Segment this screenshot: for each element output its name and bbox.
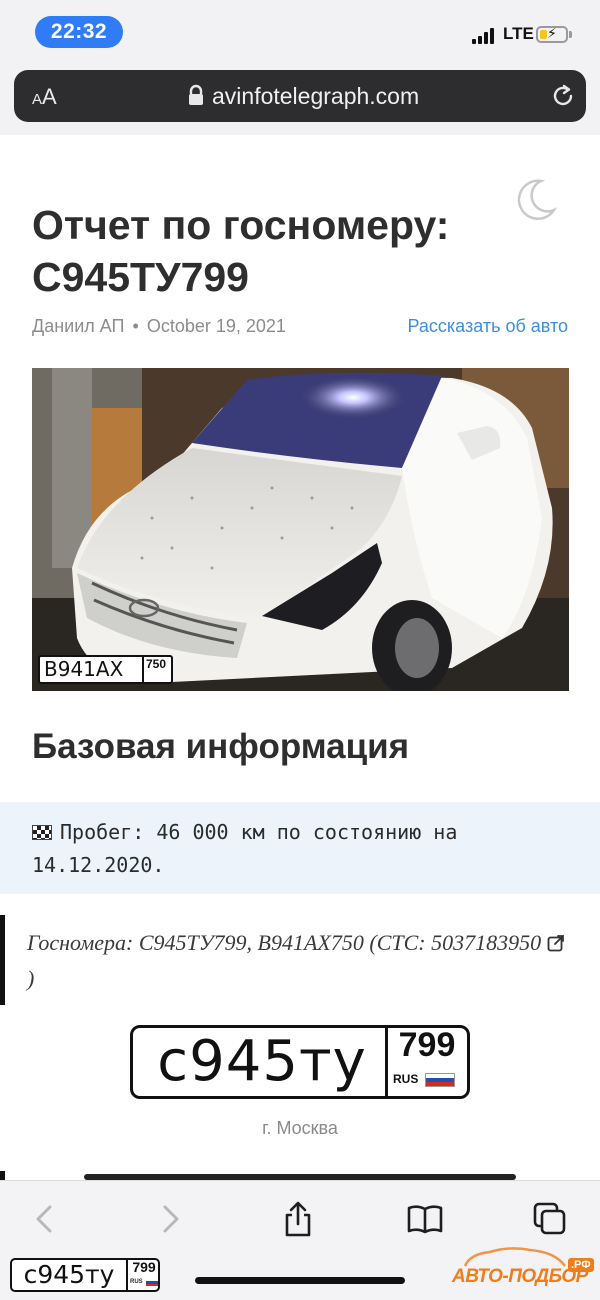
- car-photo: В941АХ 750: [32, 368, 569, 691]
- plates-quote: Госномера: С945ТУ799, В941АХ750 (СТС: 50…: [0, 915, 600, 1010]
- external-link-icon[interactable]: [547, 934, 565, 952]
- back-icon[interactable]: [25, 1199, 65, 1239]
- forward-icon[interactable]: [150, 1199, 190, 1239]
- network-type: LTE: [503, 24, 534, 43]
- photo-license-plate: В941АХ 750: [38, 655, 173, 684]
- car-illustration: [32, 368, 569, 691]
- plate-city: г. Москва: [262, 1118, 338, 1138]
- next-block-partial: [0, 1171, 600, 1180]
- tell-about-car-link[interactable]: Рассказать об авто: [407, 316, 568, 337]
- web-page: Отчет по госномеру: С945ТУ799 Даниил АП •…: [0, 135, 600, 1180]
- lock-icon: [189, 84, 203, 105]
- status-time: 22:32: [35, 16, 123, 48]
- plate-number: с945ту: [157, 1029, 367, 1094]
- photo-plate-number: В941АХ: [44, 657, 124, 681]
- overlay-plate-region: 799: [132, 1259, 156, 1275]
- meta-separator: •: [132, 316, 139, 336]
- plate-region: 799: [398, 1026, 456, 1064]
- checkered-flag-icon: [32, 825, 52, 840]
- mileage-block: Пробег: 46 000 км по состоянию на 14.12.…: [0, 802, 600, 894]
- overlay-russia-flag-icon: [146, 1279, 158, 1286]
- home-indicator[interactable]: [195, 1277, 405, 1284]
- photo-plate-separator: [142, 657, 144, 682]
- watermark-suffix: .РФ: [568, 1258, 594, 1272]
- url-text[interactable]: avinfotelegraph.com: [212, 83, 419, 110]
- plates-text-end: ): [27, 966, 35, 991]
- plates-text-main: Госномера: С945ТУ799, В941АХ750 (СТС: 50…: [27, 930, 542, 955]
- quote-bar: [0, 915, 5, 1005]
- plate-country: RUS: [393, 1072, 419, 1086]
- status-bar: 22:32 LTE ⚡: [0, 0, 600, 64]
- share-icon[interactable]: [278, 1199, 318, 1239]
- page-title: Отчет по госномеру: С945ТУ799: [32, 202, 450, 300]
- battery-tip: [569, 31, 572, 38]
- tabs-icon[interactable]: [530, 1199, 570, 1239]
- section-title: Базовая информация: [32, 727, 410, 766]
- article-meta: Даниил АП • October 19, 2021: [32, 316, 286, 337]
- signal-icon: [472, 28, 498, 44]
- overlay-plate-country: RUS: [130, 1279, 143, 1285]
- photo-plate-region: 750: [146, 657, 167, 671]
- reload-icon[interactable]: [550, 83, 576, 109]
- author-name[interactable]: Даниил АП: [32, 316, 125, 336]
- publish-date: October 19, 2021: [146, 316, 286, 336]
- overlay-plate-separator: [126, 1260, 128, 1290]
- license-plate: с945ту 799 RUS: [130, 1025, 470, 1099]
- address-bar[interactable]: AA avinfotelegraph.com: [14, 70, 586, 122]
- overlay-plate-number: с945ту: [23, 1260, 115, 1289]
- overlay-license-plate: с945ту 799 RUS: [10, 1258, 160, 1292]
- plates-text: Госномера: С945ТУ799, В941АХ750 (СТС: 50…: [27, 925, 567, 997]
- plate-separator: [385, 1028, 388, 1096]
- mileage-text: Пробег: 46 000 км по состоянию на 14.12.…: [32, 820, 458, 877]
- bookmarks-icon[interactable]: [405, 1199, 445, 1239]
- watermark-logo: АВТО-ПОДБОР .РФ: [450, 1244, 596, 1294]
- text-size-button[interactable]: AA: [32, 84, 57, 110]
- russia-flag-icon: [425, 1073, 455, 1087]
- battery-icon: ⚡: [536, 25, 568, 43]
